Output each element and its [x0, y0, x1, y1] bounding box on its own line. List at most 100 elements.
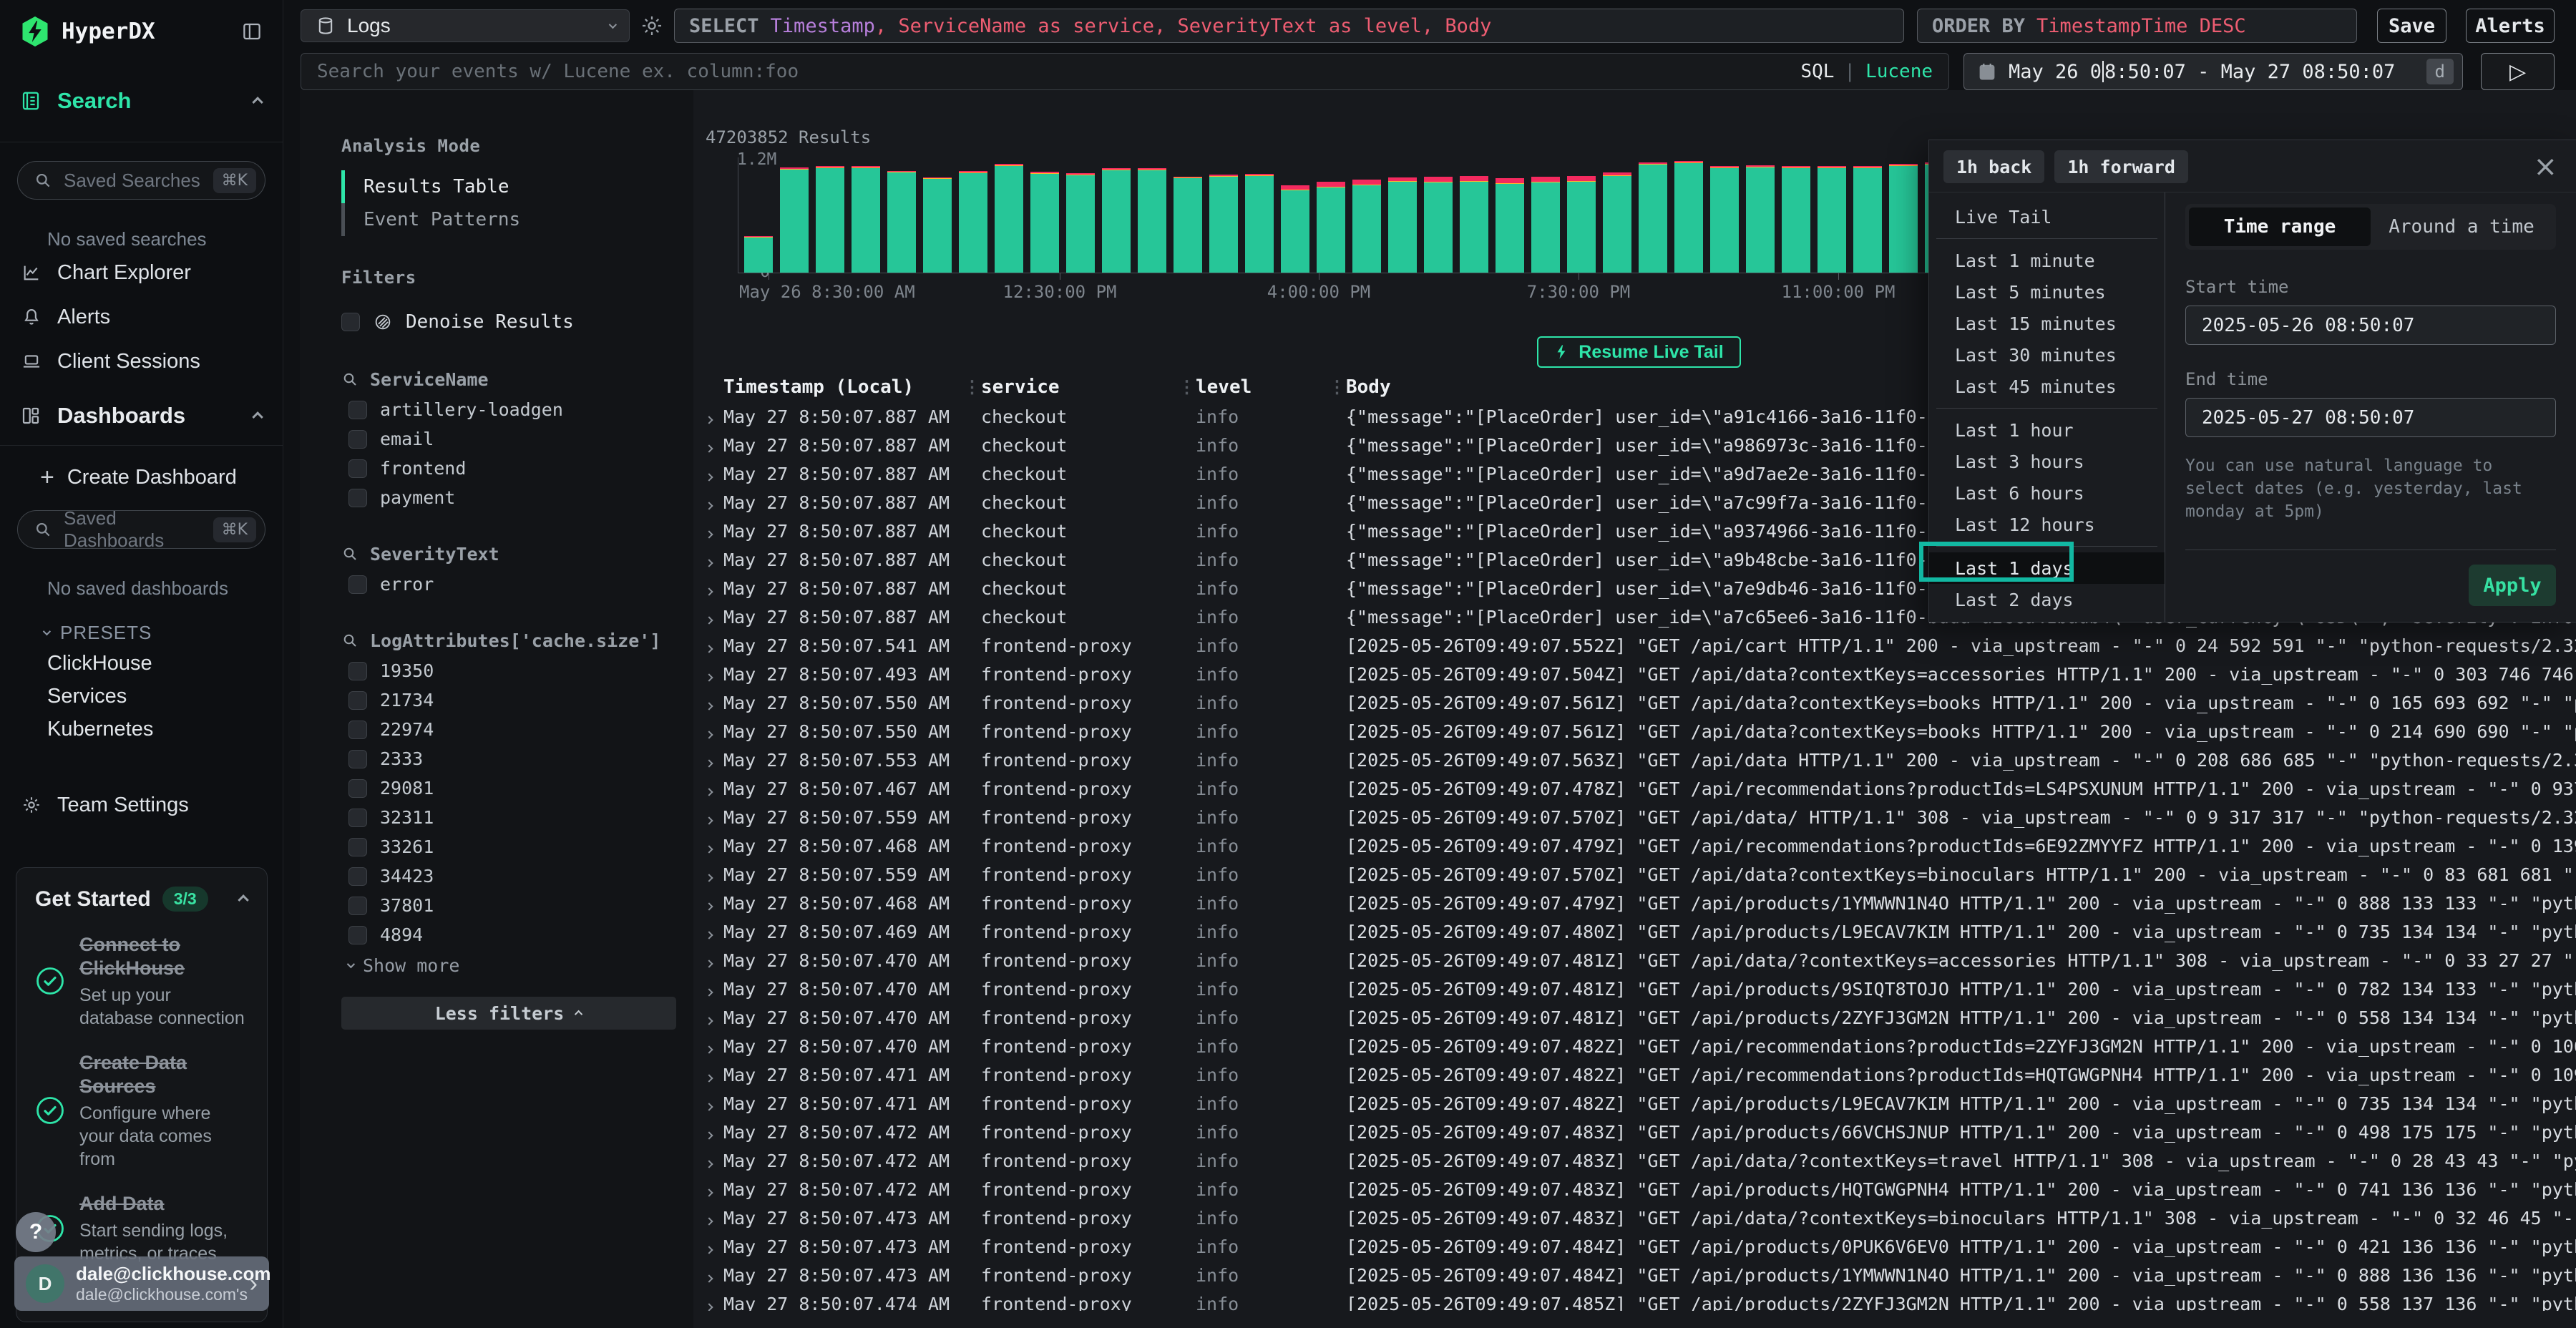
- filter-value-frontend[interactable]: frontend: [341, 454, 676, 483]
- source-select[interactable]: Logs: [301, 9, 630, 42]
- date-range-input[interactable]: May 26 08:50:07 - May 27 08:50:07 d: [1963, 53, 2463, 90]
- row-expand-chevron-icon[interactable]: [702, 492, 723, 513]
- table-row[interactable]: May 27 8:50:07.470 AMfrontend-proxyinfo[…: [702, 946, 2576, 975]
- checkbox[interactable]: [348, 926, 367, 944]
- table-row[interactable]: May 27 8:50:07.559 AMfrontend-proxyinfo[…: [702, 860, 2576, 889]
- histogram-bar[interactable]: [1746, 165, 1775, 273]
- histogram-bar[interactable]: [1496, 178, 1524, 273]
- table-row[interactable]: May 27 8:50:07.550 AMfrontend-proxyinfo[…: [702, 717, 2576, 746]
- row-expand-chevron-icon[interactable]: [702, 893, 723, 914]
- select-clause-input[interactable]: SELECT Timestamp , ServiceName as servic…: [674, 9, 1904, 43]
- table-row[interactable]: May 27 8:50:07.472 AMfrontend-proxyinfo[…: [702, 1175, 2576, 1204]
- mode-sql-toggle[interactable]: SQL: [1800, 61, 1834, 82]
- table-row[interactable]: May 27 8:50:07.470 AMfrontend-proxyinfo[…: [702, 1032, 2576, 1060]
- source-settings-gear-icon[interactable]: [640, 14, 664, 38]
- histogram-bar[interactable]: [1889, 164, 1918, 273]
- checkbox[interactable]: [348, 721, 367, 739]
- row-expand-chevron-icon[interactable]: [702, 1093, 723, 1114]
- histogram-bar[interactable]: [852, 166, 880, 273]
- table-row[interactable]: May 27 8:50:07.541 AMfrontend-proxyinfo[…: [702, 631, 2576, 660]
- checkbox[interactable]: [348, 809, 367, 827]
- histogram-bar[interactable]: [1639, 162, 1667, 273]
- analysis-mode-results-table[interactable]: Results Table: [341, 170, 676, 203]
- sidebar-item-clickhouse[interactable]: ClickHouse: [0, 647, 283, 680]
- checkbox[interactable]: [348, 750, 367, 768]
- histogram-bar[interactable]: [1209, 175, 1238, 273]
- histogram-bar[interactable]: [887, 171, 916, 273]
- table-row[interactable]: May 27 8:50:07.470 AMfrontend-proxyinfo[…: [702, 1003, 2576, 1032]
- table-row[interactable]: May 27 8:50:07.559 AMfrontend-proxyinfo[…: [702, 803, 2576, 831]
- histogram-bar[interactable]: [1352, 180, 1381, 273]
- table-row[interactable]: May 27 8:50:07.473 AMfrontend-proxyinfo[…: [702, 1232, 2576, 1261]
- start-time-input[interactable]: 2025-05-26 08:50:07: [2185, 306, 2556, 345]
- column-drag-icon[interactable]: ⋮: [1328, 377, 1346, 397]
- time-option-last-6-hours[interactable]: Last 6 hours: [1929, 477, 2165, 509]
- shift-1h-forward-button[interactable]: 1h forward: [2054, 150, 2188, 183]
- user-menu[interactable]: D dale@clickhouse.com dale@clickhouse.co…: [14, 1256, 269, 1311]
- histogram-bar[interactable]: [1567, 176, 1596, 273]
- row-expand-chevron-icon[interactable]: [702, 864, 723, 885]
- histogram-bar[interactable]: [1138, 168, 1166, 273]
- row-expand-chevron-icon[interactable]: [702, 1036, 723, 1057]
- filter-value-22974[interactable]: 22974: [341, 715, 676, 744]
- sidebar-item-services[interactable]: Services: [0, 680, 283, 713]
- table-row[interactable]: May 27 8:50:07.471 AMfrontend-proxyinfo[…: [702, 1089, 2576, 1118]
- row-expand-chevron-icon[interactable]: [702, 578, 723, 599]
- sidebar-item-client-sessions[interactable]: Client Sessions: [0, 339, 283, 384]
- table-row[interactable]: May 27 8:50:07.473 AMfrontend-proxyinfo[…: [702, 1204, 2576, 1232]
- sidebar-item-search[interactable]: Search: [0, 79, 283, 123]
- denoise-results-checkbox[interactable]: Denoise Results: [341, 306, 676, 338]
- row-expand-chevron-icon[interactable]: [702, 435, 723, 456]
- filter-value-21734[interactable]: 21734: [341, 685, 676, 715]
- time-option-last-5-minutes[interactable]: Last 5 minutes: [1929, 276, 2165, 308]
- row-expand-chevron-icon[interactable]: [702, 1122, 723, 1143]
- filter-value-error[interactable]: error: [341, 570, 676, 599]
- histogram-bar[interactable]: [1603, 172, 1631, 273]
- time-option-last-2-days[interactable]: Last 2 days: [1929, 584, 2165, 615]
- row-expand-chevron-icon[interactable]: [702, 635, 723, 656]
- time-option-live-tail[interactable]: Live Tail: [1929, 201, 2165, 233]
- row-expand-chevron-icon[interactable]: [702, 521, 723, 542]
- histogram-bar[interactable]: [1174, 177, 1202, 273]
- row-expand-chevron-icon[interactable]: [702, 550, 723, 570]
- row-expand-chevron-icon[interactable]: [702, 1236, 723, 1257]
- checkbox[interactable]: [348, 691, 367, 710]
- row-expand-chevron-icon[interactable]: [702, 406, 723, 427]
- filter-value-32311[interactable]: 32311: [341, 803, 676, 832]
- search-input[interactable]: Search your events w/ Lucene ex. column:…: [301, 53, 1949, 90]
- row-expand-chevron-icon[interactable]: [702, 922, 723, 942]
- checkbox[interactable]: [348, 897, 367, 915]
- table-row[interactable]: May 27 8:50:07.474 AMfrontend-proxyinfo[…: [702, 1289, 2576, 1311]
- table-row[interactable]: May 27 8:50:07.467 AMfrontend-proxyinfo[…: [702, 774, 2576, 803]
- create-dashboard-button[interactable]: + Create Dashboard: [0, 457, 283, 497]
- histogram-bar[interactable]: [1102, 168, 1131, 273]
- time-option-last-45-minutes[interactable]: Last 45 minutes: [1929, 371, 2165, 402]
- resume-live-tail-button[interactable]: Resume Live Tail: [1537, 336, 1740, 368]
- column-drag-icon[interactable]: ⋮: [1178, 377, 1196, 397]
- column-header-timestamp[interactable]: Timestamp (Local): [723, 376, 963, 398]
- row-expand-chevron-icon[interactable]: [702, 1151, 723, 1171]
- histogram-bar[interactable]: [1460, 176, 1488, 273]
- time-option-last-3-hours[interactable]: Last 3 hours: [1929, 446, 2165, 477]
- checkbox[interactable]: [341, 313, 360, 331]
- time-option-last-1-days[interactable]: Last 1 days: [1929, 552, 2165, 584]
- checkbox[interactable]: [348, 489, 367, 507]
- show-more-button[interactable]: Show more: [341, 951, 676, 980]
- table-row[interactable]: May 27 8:50:07.553 AMfrontend-proxyinfo[…: [702, 746, 2576, 774]
- get-started-item[interactable]: Create Data Sources Configure where your…: [35, 1051, 248, 1171]
- histogram-bar[interactable]: [744, 236, 773, 273]
- histogram-bar[interactable]: [1066, 173, 1095, 273]
- table-row[interactable]: May 27 8:50:07.470 AMfrontend-proxyinfo[…: [702, 975, 2576, 1003]
- histogram-bar[interactable]: [1782, 166, 1810, 273]
- row-expand-chevron-icon[interactable]: [702, 1179, 723, 1200]
- help-button[interactable]: ?: [16, 1212, 56, 1252]
- presets-toggle[interactable]: PRESETS: [0, 618, 283, 647]
- order-by-input[interactable]: ORDER BY TimestampTime DESC: [1917, 9, 2357, 43]
- histogram-bar[interactable]: [1030, 172, 1059, 273]
- search-icon[interactable]: [341, 632, 358, 649]
- filter-value-19350[interactable]: 19350: [341, 656, 676, 685]
- filter-value-29081[interactable]: 29081: [341, 773, 676, 803]
- histogram-bar[interactable]: [923, 177, 952, 273]
- saved-searches-input[interactable]: Saved Searches ⌘K: [17, 161, 265, 200]
- time-option-last-1-hour[interactable]: Last 1 hour: [1929, 414, 2165, 446]
